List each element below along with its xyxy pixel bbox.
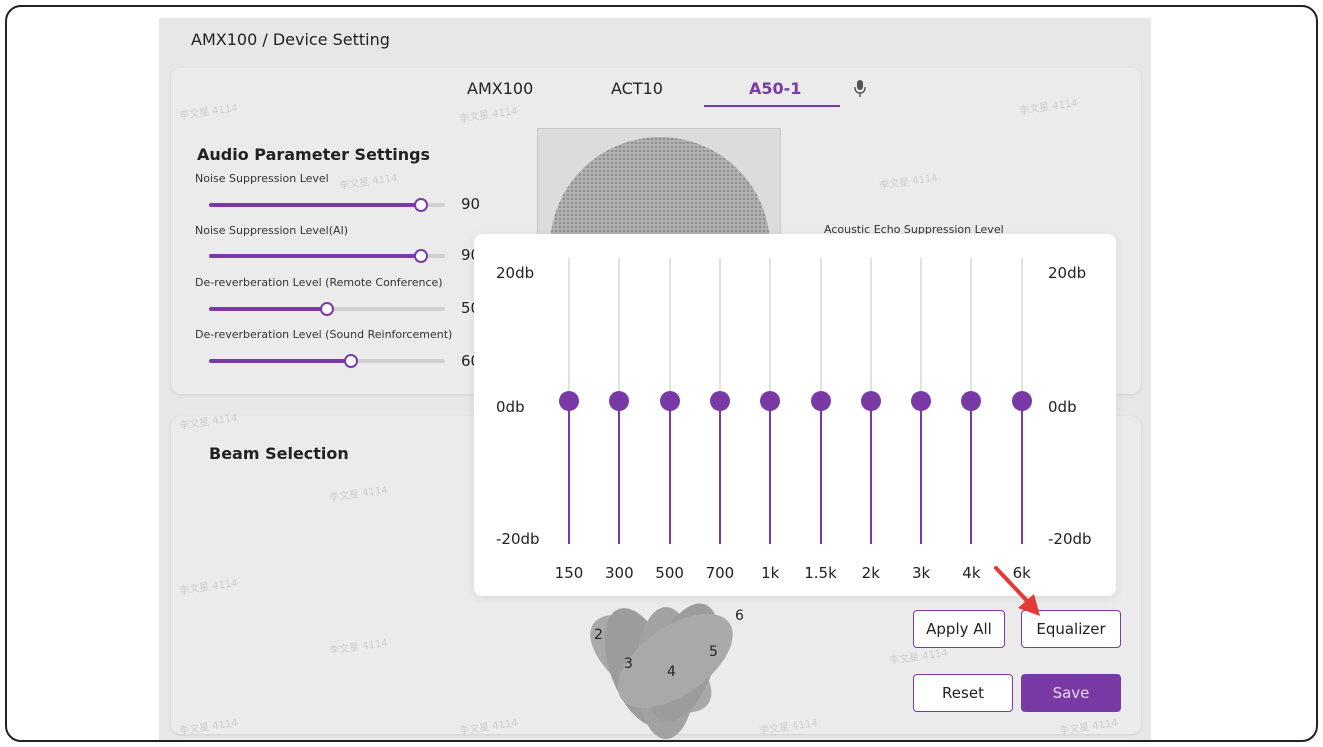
eq-fill bbox=[970, 401, 973, 544]
eq-knob[interactable] bbox=[760, 391, 781, 411]
slider-thumb[interactable] bbox=[320, 302, 334, 316]
save-button[interactable]: Save bbox=[1021, 674, 1121, 712]
noise-suppression-ai-slider[interactable] bbox=[209, 249, 445, 263]
eq-knob[interactable] bbox=[860, 391, 881, 411]
tab-amx100[interactable]: AMX100 bbox=[467, 79, 533, 98]
db-label-mid-right: 0db bbox=[1048, 398, 1077, 416]
db-label-mid-left: 0db bbox=[496, 398, 525, 416]
eq-fill bbox=[769, 401, 772, 544]
eq-frequency-label: 150 bbox=[554, 564, 584, 582]
eq-knob[interactable] bbox=[659, 391, 680, 411]
annotation-arrow-icon bbox=[994, 566, 1040, 616]
beam-number: 6 bbox=[735, 608, 744, 624]
eq-frequency-label: 1k bbox=[761, 564, 780, 582]
eq-frequency-label: 4k bbox=[962, 564, 981, 582]
eq-fill bbox=[668, 401, 671, 544]
db-label-top-left: 20db bbox=[496, 264, 535, 282]
tab-act10[interactable]: ACT10 bbox=[611, 79, 663, 98]
slider-fill bbox=[209, 254, 422, 258]
beam-number: 5 bbox=[709, 644, 718, 660]
eq-fill bbox=[869, 401, 872, 544]
eq-frequency-label: 2k bbox=[861, 564, 880, 582]
db-label-bottom-right: -20db bbox=[1048, 530, 1092, 548]
slider-thumb[interactable] bbox=[343, 354, 358, 368]
screenshot-frame: AMX100 / Device Setting AMX100 ACT10 A50… bbox=[5, 5, 1318, 742]
eq-knob[interactable] bbox=[709, 391, 730, 411]
eq-frequency-label: 500 bbox=[655, 564, 684, 582]
eq-frequency-label: 3k bbox=[911, 564, 931, 582]
eq-fill bbox=[920, 401, 923, 544]
tab-a50-1[interactable]: A50-1 bbox=[749, 79, 801, 98]
beam-number: 2 bbox=[594, 627, 603, 643]
beam-number: 4 bbox=[667, 664, 676, 680]
slider-label: Noise Suppression Level(AI) bbox=[195, 224, 349, 237]
audio-parameter-title: Audio Parameter Settings bbox=[197, 145, 431, 164]
slider-label: De-reverberation Level (Sound Reinforcem… bbox=[195, 328, 453, 341]
slider-fill bbox=[209, 359, 351, 363]
eq-knob[interactable] bbox=[609, 391, 630, 411]
eq-fill bbox=[618, 401, 621, 544]
device-image bbox=[537, 128, 781, 248]
noise-suppression-slider[interactable] bbox=[209, 198, 445, 212]
active-tab-underline bbox=[704, 105, 840, 107]
slider-fill bbox=[209, 307, 327, 311]
eq-knob[interactable] bbox=[911, 391, 932, 411]
microphone-icon[interactable] bbox=[853, 79, 867, 99]
db-label-top-right: 20db bbox=[1048, 264, 1087, 282]
eq-knob[interactable] bbox=[810, 391, 831, 411]
eq-knob[interactable] bbox=[1011, 391, 1032, 411]
db-label-bottom-left: -20db bbox=[496, 530, 540, 548]
slider-label: De-reverberation Level (Remote Conferenc… bbox=[195, 276, 443, 289]
eq-knob[interactable] bbox=[559, 391, 579, 411]
reset-button[interactable]: Reset bbox=[913, 674, 1013, 712]
slider-fill bbox=[209, 203, 422, 207]
slider-value: 90 bbox=[461, 195, 481, 213]
equalizer-panel: 20db 0db -20db 20db 0db -20db 150 300 500 7… bbox=[474, 234, 1116, 596]
breadcrumb: AMX100 / Device Setting bbox=[191, 30, 390, 49]
dereverb-reinforcement-slider[interactable] bbox=[209, 354, 445, 368]
speaker-mesh bbox=[550, 137, 770, 247]
eq-frequency-label: 300 bbox=[604, 564, 634, 582]
eq-fill bbox=[718, 401, 721, 544]
slider-label: Noise Suppression Level bbox=[195, 172, 329, 185]
dereverb-remote-slider[interactable] bbox=[209, 302, 445, 316]
eq-fill bbox=[819, 401, 822, 544]
eq-fill bbox=[1020, 401, 1023, 544]
eq-fill bbox=[568, 401, 570, 544]
beam-number: 3 bbox=[624, 656, 633, 672]
eq-knob[interactable] bbox=[961, 391, 982, 411]
eq-frequency-label: 700 bbox=[705, 564, 735, 582]
eq-frequency-label: 1.5k bbox=[804, 564, 837, 582]
beam-selection-title: Beam Selection bbox=[209, 444, 349, 463]
